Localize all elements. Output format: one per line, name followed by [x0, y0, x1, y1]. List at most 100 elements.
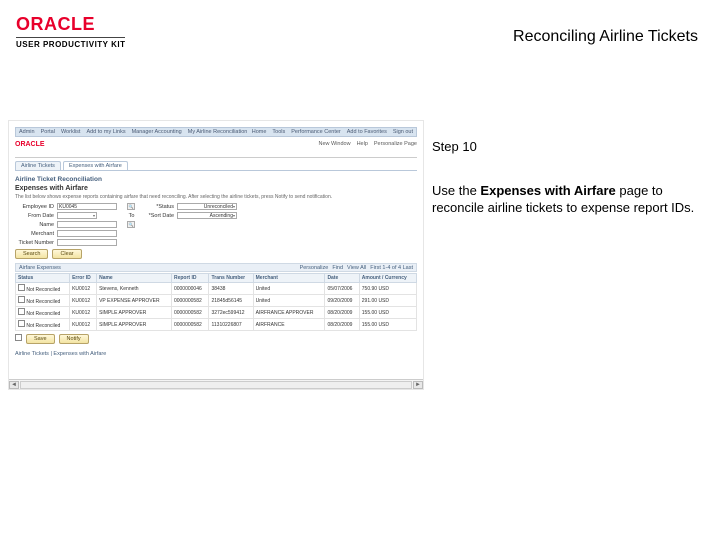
page-title: Reconciling Airline Tickets	[513, 28, 698, 46]
nav-link[interactable]: My Airline Reconciliation	[188, 129, 248, 135]
personalize-link[interactable]: Personalize	[300, 265, 329, 271]
instruction-panel: Step 10 Use the Expenses with Airfare pa…	[432, 138, 700, 217]
notify-button[interactable]: Notify	[59, 334, 89, 344]
cell: Not Reconciled	[16, 319, 70, 331]
th-report-id[interactable]: Report ID	[171, 274, 209, 283]
nav-link[interactable]: Worklist	[61, 129, 80, 135]
select-all-checkbox[interactable]	[15, 334, 22, 341]
ticket-number-field[interactable]	[57, 239, 117, 246]
scroll-right-icon[interactable]: ►	[413, 381, 423, 389]
scroll-left-icon[interactable]: ◄	[9, 381, 19, 389]
cell: AIRFRANCE	[253, 319, 325, 331]
cell: Not Reconciled	[16, 283, 70, 295]
cell: Stevens, Kenneth	[97, 283, 172, 295]
th-status[interactable]: Status	[16, 274, 70, 283]
hint-text: The list below shows expense reports con…	[15, 194, 417, 200]
horizontal-scrollbar[interactable]: ◄ ►	[9, 379, 423, 389]
cell: 291.00 USD	[359, 295, 416, 307]
cell: 08/20/2009	[325, 307, 359, 319]
scroll-track[interactable]	[20, 381, 412, 389]
nav-link[interactable]: Manager Accounting	[132, 129, 182, 135]
results-bar: Airfare Expenses Personalize Find View A…	[15, 263, 417, 272]
th-error-id[interactable]: Error ID	[70, 274, 97, 283]
label-name: Name	[15, 222, 57, 228]
mini-link[interactable]: New Window	[318, 141, 350, 147]
sort-date-select[interactable]: Ascending	[177, 212, 237, 219]
merchant-field[interactable]	[57, 230, 117, 237]
results-caption: Airfare Expenses	[19, 265, 61, 271]
cell: 05/07/2006	[325, 283, 359, 295]
cell: 155.00 USD	[359, 307, 416, 319]
cell: 155.00 USD	[359, 319, 416, 331]
cell: United	[253, 295, 325, 307]
cell: KU0012	[70, 283, 97, 295]
pager-range: First 1-4 of 4 Last	[370, 265, 413, 271]
instruction-text: Use the Expenses with Airfare page to re…	[432, 182, 700, 217]
app-navbar: Admin Portal Worklist Add to my Links Ma…	[15, 127, 417, 137]
search-button[interactable]: Search	[15, 249, 48, 259]
label-from-date: From Date	[15, 213, 57, 219]
lookup-icon[interactable]	[127, 203, 135, 210]
cell: United	[253, 283, 325, 295]
nav-link[interactable]: Add to Favorites	[347, 129, 387, 135]
lookup-icon[interactable]	[127, 221, 135, 228]
oracle-logo: ORACLE	[16, 14, 95, 35]
table-row[interactable]: Not ReconciledKU0012VP EXPENSE APPROVER0…	[16, 295, 417, 307]
employee-id-field[interactable]: KU0045	[57, 203, 117, 210]
name-field[interactable]	[57, 221, 117, 228]
label-to: To	[127, 213, 139, 219]
nav-link[interactable]: Sign out	[393, 129, 413, 135]
th-date[interactable]: Date	[325, 274, 359, 283]
mini-oracle-logo: ORACLE	[15, 141, 45, 148]
label-ticket-number: Ticket Number	[15, 240, 57, 246]
bottom-tab-links[interactable]: Airline Tickets | Expenses with Airfare	[15, 351, 106, 357]
cell: SIMPLE APPROVER	[97, 307, 172, 319]
row-checkbox[interactable]	[18, 284, 25, 291]
nav-link[interactable]: Performance Center	[291, 129, 341, 135]
sub-bar	[15, 151, 417, 158]
nav-link[interactable]: Portal	[41, 129, 55, 135]
embedded-screenshot: Admin Portal Worklist Add to my Links Ma…	[8, 120, 424, 390]
cell: 38438	[209, 283, 253, 295]
cell: Not Reconciled	[16, 307, 70, 319]
nav-link[interactable]: Add to my Links	[86, 129, 125, 135]
save-button[interactable]: Save	[26, 334, 55, 344]
nav-link[interactable]: Admin	[19, 129, 35, 135]
nav-link[interactable]: Tools	[272, 129, 285, 135]
search-criteria: Employee ID KU0045 *Status Unreconciled …	[15, 203, 417, 246]
row-checkbox[interactable]	[18, 308, 25, 315]
from-date-field[interactable]	[57, 212, 97, 219]
nav-link[interactable]: Home	[252, 129, 267, 135]
cell: 09/20/2009	[325, 295, 359, 307]
row-checkbox[interactable]	[18, 320, 25, 327]
cell: 11310226807	[209, 319, 253, 331]
table-row[interactable]: Not ReconciledKU0012SIMPLE APPROVER00000…	[16, 307, 417, 319]
status-select[interactable]: Unreconciled	[177, 203, 237, 210]
results-table: Status Error ID Name Report ID Trans Num…	[15, 273, 417, 331]
th-trans-number[interactable]: Trans Number	[209, 274, 253, 283]
cell: KU0012	[70, 319, 97, 331]
step-label: Step 10	[432, 138, 700, 156]
mini-link[interactable]: Personalize Page	[374, 141, 417, 147]
cell: SIMPLE APPROVER	[97, 319, 172, 331]
row-checkbox[interactable]	[18, 296, 25, 303]
mini-link[interactable]: Help	[357, 141, 368, 147]
section-title: Airline Ticket Reconciliation	[15, 176, 417, 183]
cell: 750.90 USD	[359, 283, 416, 295]
find-link[interactable]: Find	[332, 265, 343, 271]
label-status: *Status	[139, 204, 177, 210]
table-row[interactable]: Not ReconciledKU0012Stevens, Kenneth0000…	[16, 283, 417, 295]
label-sort-date: *Sort Date	[139, 213, 177, 219]
cell: KU0012	[70, 307, 97, 319]
view-all-link[interactable]: View All	[347, 265, 366, 271]
cell: 0000000582	[171, 307, 209, 319]
tab-strip: Airline Tickets Expenses with Airfare	[15, 161, 417, 170]
clear-button[interactable]: Clear	[52, 249, 81, 259]
table-row[interactable]: Not ReconciledKU0012SIMPLE APPROVER00000…	[16, 319, 417, 331]
th-merchant[interactable]: Merchant	[253, 274, 325, 283]
tab-expenses-with-airfare[interactable]: Expenses with Airfare	[63, 161, 128, 170]
cell: VP EXPENSE APPROVER	[97, 295, 172, 307]
th-name[interactable]: Name	[97, 274, 172, 283]
th-amount[interactable]: Amount / Currency	[359, 274, 416, 283]
tab-airline-tickets[interactable]: Airline Tickets	[15, 161, 61, 170]
